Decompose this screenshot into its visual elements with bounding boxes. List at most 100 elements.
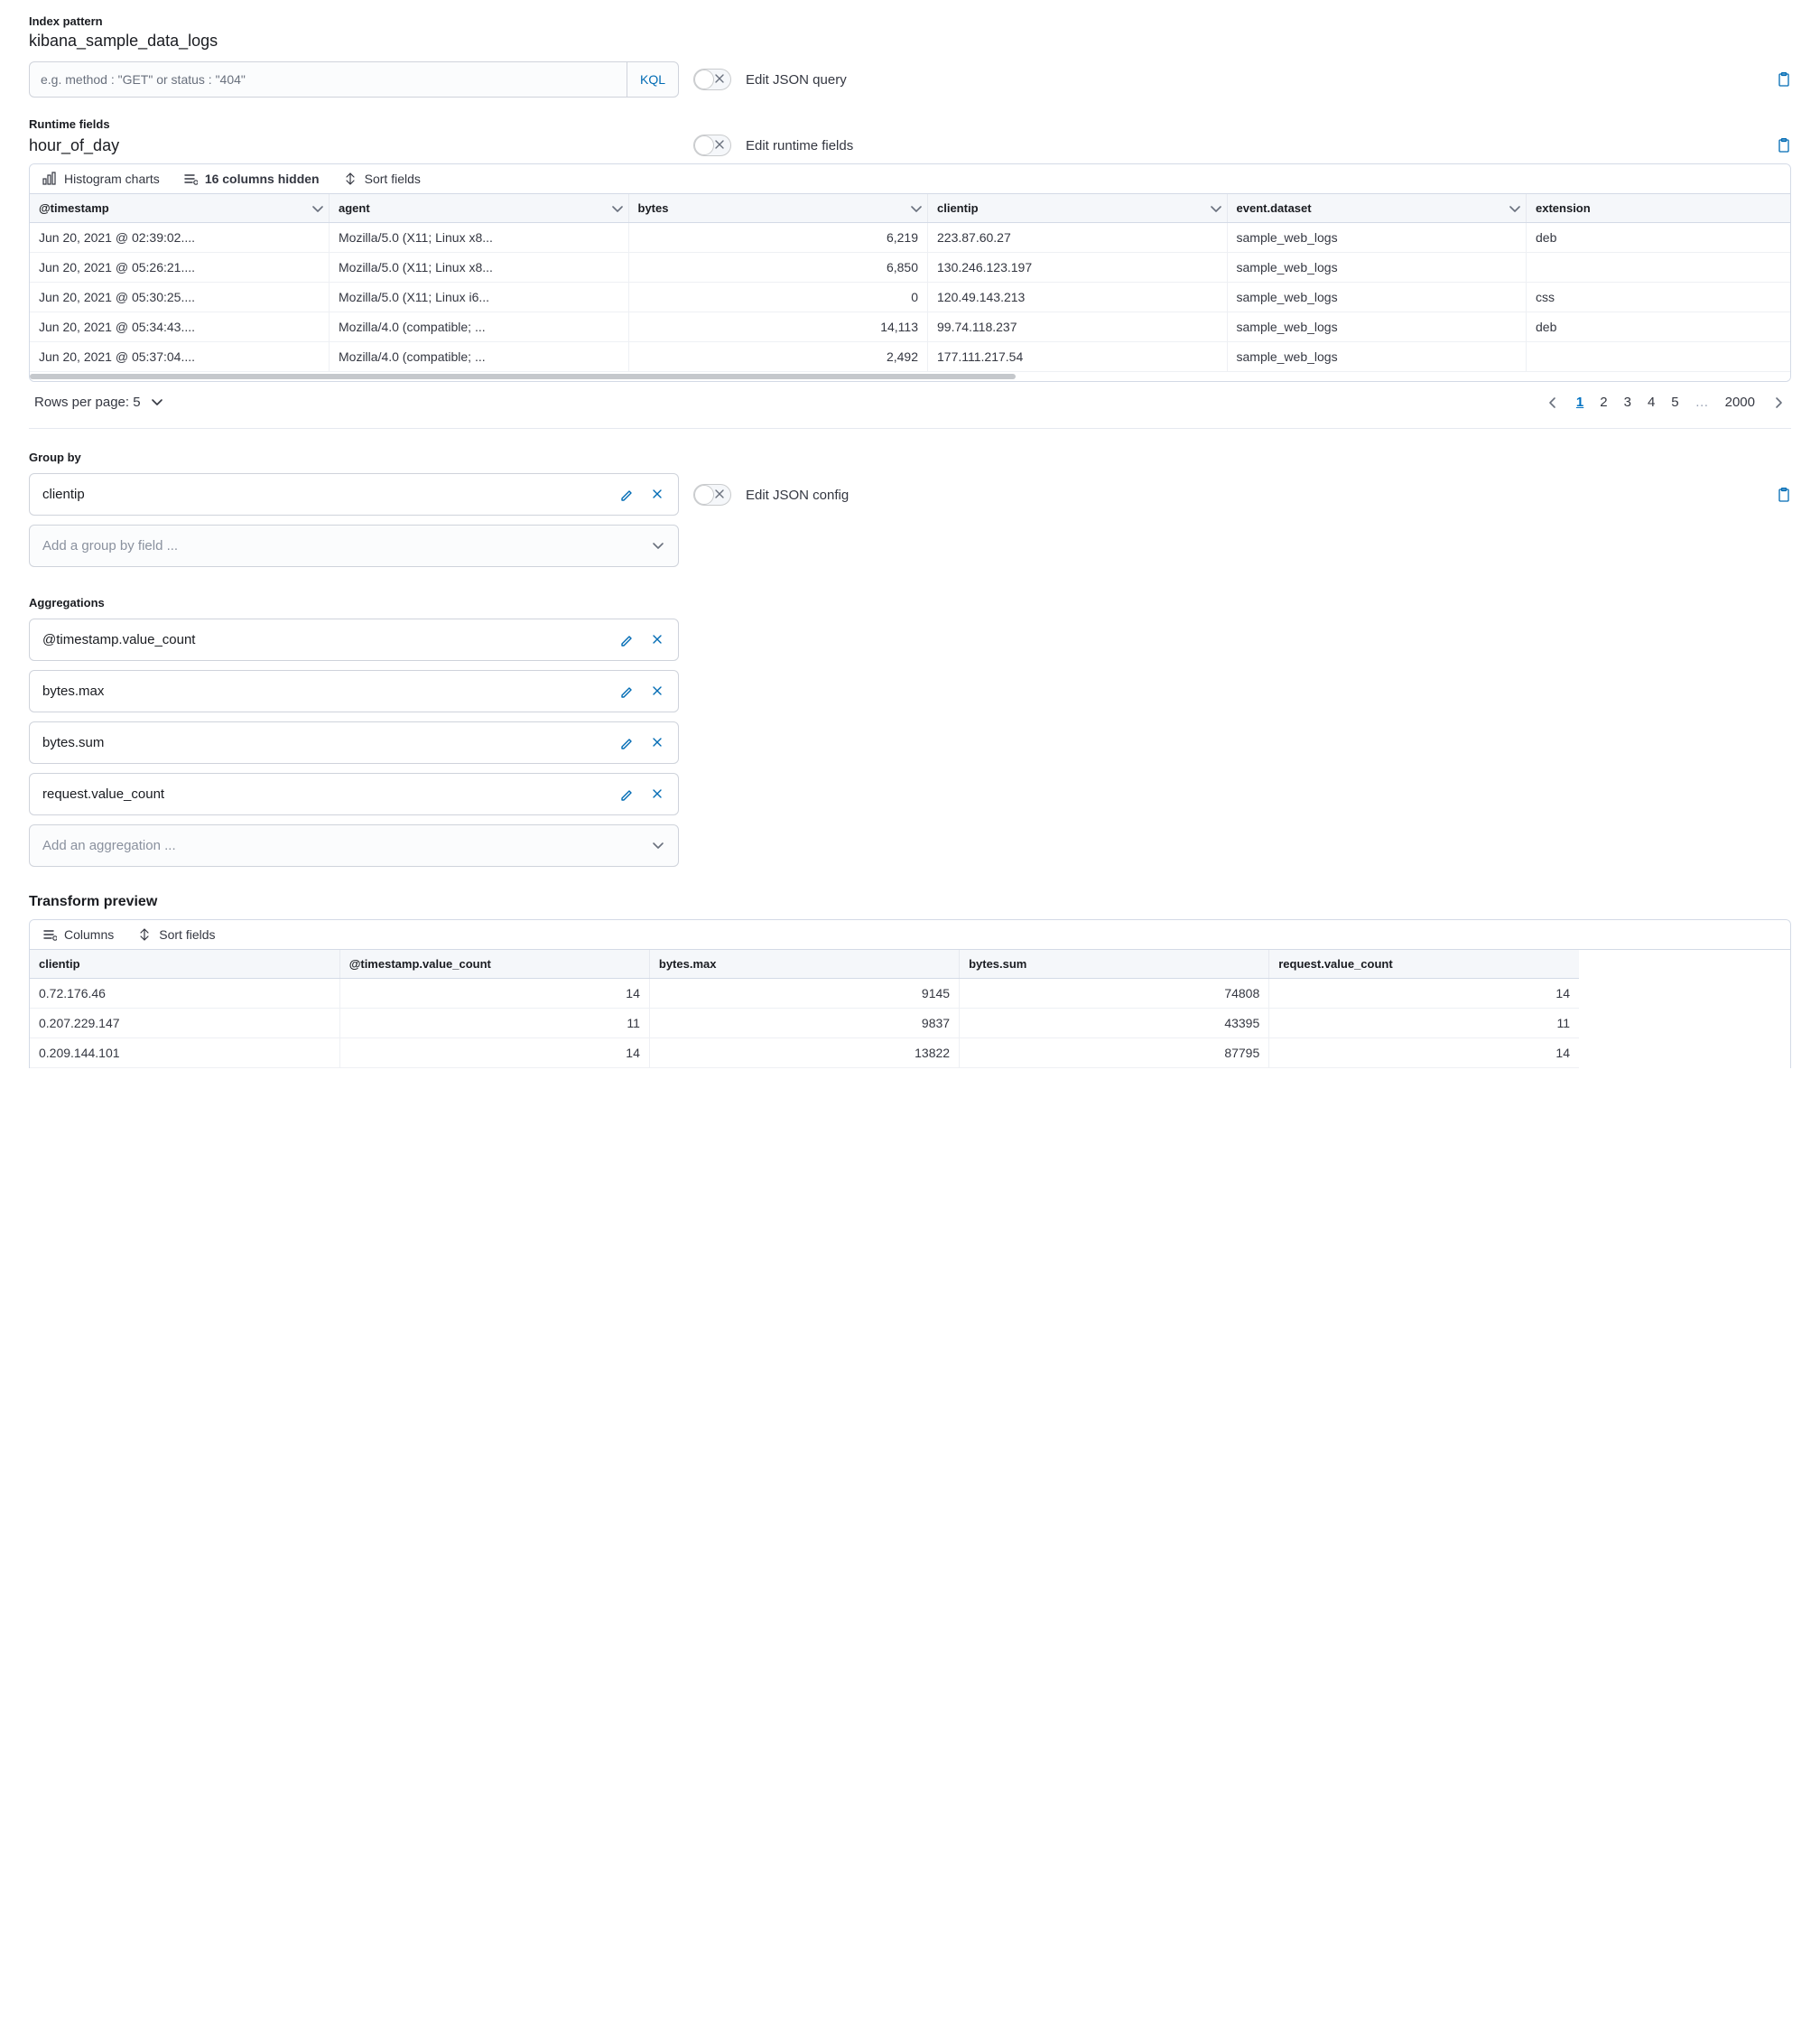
pagination-ellipsis: … bbox=[1695, 395, 1709, 410]
table-cell: 0.72.176.46 bbox=[30, 979, 339, 1009]
last-page-button[interactable]: 2000 bbox=[1725, 395, 1755, 410]
add-group-by-placeholder: Add a group by field ... bbox=[42, 538, 178, 554]
table-cell: 0.207.229.147 bbox=[30, 1009, 339, 1038]
edit-icon[interactable] bbox=[620, 633, 635, 647]
column-header[interactable]: @timestamp.value_count bbox=[339, 950, 649, 979]
remove-icon[interactable] bbox=[651, 488, 665, 502]
aggregation-label: bytes.max bbox=[42, 684, 104, 699]
group-by-label: Group by bbox=[29, 451, 1791, 464]
preview-sort-fields-button[interactable]: Sort fields bbox=[137, 927, 215, 942]
table-row[interactable]: Jun 20, 2021 @ 02:39:02....Mozilla/5.0 (… bbox=[30, 223, 1790, 253]
column-header[interactable]: event.dataset bbox=[1227, 194, 1527, 223]
column-header[interactable]: @timestamp bbox=[30, 194, 330, 223]
copy-query-icon[interactable] bbox=[1777, 72, 1791, 87]
table-cell: 14 bbox=[1269, 1038, 1579, 1068]
column-header[interactable]: extension bbox=[1527, 194, 1791, 223]
aggregation-item: bytes.sum bbox=[29, 721, 679, 764]
histogram-charts-button[interactable]: Histogram charts bbox=[42, 172, 160, 186]
table-cell: Jun 20, 2021 @ 05:30:25.... bbox=[30, 283, 330, 312]
table-row[interactable]: 0.207.229.1471198374339511 bbox=[30, 1009, 1579, 1038]
index-pattern-label: Index pattern bbox=[29, 14, 1791, 28]
table-cell: sample_web_logs bbox=[1227, 342, 1527, 372]
edit-icon[interactable] bbox=[620, 787, 635, 802]
remove-icon[interactable] bbox=[651, 633, 665, 647]
column-header[interactable]: bytes.sum bbox=[960, 950, 1269, 979]
source-table: @timestampagentbytesclientipevent.datase… bbox=[30, 194, 1790, 372]
sort-icon bbox=[137, 927, 152, 942]
table-row[interactable]: Jun 20, 2021 @ 05:30:25....Mozilla/5.0 (… bbox=[30, 283, 1790, 312]
chevron-down-icon bbox=[651, 839, 665, 853]
page-number-button[interactable]: 3 bbox=[1624, 395, 1631, 410]
column-header[interactable]: agent bbox=[330, 194, 629, 223]
prev-page-button[interactable] bbox=[1546, 395, 1560, 410]
column-header[interactable]: bytes.max bbox=[649, 950, 959, 979]
sort-fields-button[interactable]: Sort fields bbox=[343, 172, 421, 186]
add-group-by-field[interactable]: Add a group by field ... bbox=[29, 525, 679, 567]
edit-runtime-fields-label: Edit runtime fields bbox=[746, 138, 853, 154]
edit-runtime-fields-toggle[interactable] bbox=[693, 135, 731, 156]
table-cell: Jun 20, 2021 @ 05:34:43.... bbox=[30, 312, 330, 342]
histogram-label: Histogram charts bbox=[64, 172, 160, 186]
remove-icon[interactable] bbox=[651, 787, 665, 802]
preview-columns-button[interactable]: Columns bbox=[42, 927, 114, 942]
rows-per-page-label: Rows per page: 5 bbox=[34, 395, 141, 410]
columns-icon bbox=[42, 927, 57, 942]
edit-icon[interactable] bbox=[620, 736, 635, 750]
index-pattern-value: kibana_sample_data_logs bbox=[29, 32, 1791, 51]
chevron-down-icon bbox=[311, 202, 323, 215]
table-cell: css bbox=[1527, 283, 1791, 312]
x-icon bbox=[713, 72, 726, 85]
table-cell bbox=[1527, 342, 1791, 372]
aggregation-item: request.value_count bbox=[29, 773, 679, 815]
table-row[interactable]: 0.72.176.461491457480814 bbox=[30, 979, 1579, 1009]
columns-hidden-button[interactable]: 16 columns hidden bbox=[183, 172, 320, 186]
page-number-button[interactable]: 4 bbox=[1648, 395, 1655, 410]
edit-icon[interactable] bbox=[620, 684, 635, 699]
table-cell: 120.49.143.213 bbox=[928, 283, 1228, 312]
edit-json-query-toggle[interactable] bbox=[693, 69, 731, 90]
page-number-button[interactable]: 2 bbox=[1600, 395, 1607, 410]
table-cell: 130.246.123.197 bbox=[928, 253, 1228, 283]
table-cell: 9837 bbox=[649, 1009, 959, 1038]
edit-json-config-toggle[interactable] bbox=[693, 484, 731, 506]
table-cell: sample_web_logs bbox=[1227, 253, 1527, 283]
table-cell: Jun 20, 2021 @ 02:39:02.... bbox=[30, 223, 330, 253]
table-cell: Mozilla/5.0 (X11; Linux x8... bbox=[330, 223, 629, 253]
table-cell: deb bbox=[1527, 223, 1791, 253]
edit-icon[interactable] bbox=[620, 488, 635, 502]
table-row[interactable]: Jun 20, 2021 @ 05:34:43....Mozilla/4.0 (… bbox=[30, 312, 1790, 342]
remove-icon[interactable] bbox=[651, 736, 665, 750]
x-icon bbox=[713, 488, 726, 500]
table-cell: Mozilla/5.0 (X11; Linux x8... bbox=[330, 253, 629, 283]
table-cell: 6,219 bbox=[628, 223, 928, 253]
table-cell: Mozilla/4.0 (compatible; ... bbox=[330, 312, 629, 342]
copy-runtime-icon[interactable] bbox=[1777, 138, 1791, 153]
aggregation-label: bytes.sum bbox=[42, 735, 104, 750]
table-row[interactable]: Jun 20, 2021 @ 05:37:04....Mozilla/4.0 (… bbox=[30, 342, 1790, 372]
column-header[interactable]: clientip bbox=[30, 950, 339, 979]
preview-toolbar: Columns Sort fields bbox=[30, 920, 1790, 950]
table-row[interactable]: Jun 20, 2021 @ 05:26:21....Mozilla/5.0 (… bbox=[30, 253, 1790, 283]
add-aggregation[interactable]: Add an aggregation ... bbox=[29, 824, 679, 867]
chevron-down-icon bbox=[1508, 202, 1520, 215]
table-cell: 177.111.217.54 bbox=[928, 342, 1228, 372]
column-header[interactable]: request.value_count bbox=[1269, 950, 1579, 979]
chevron-down-icon bbox=[651, 539, 665, 554]
page-number-button[interactable]: 5 bbox=[1671, 395, 1678, 410]
copy-config-icon[interactable] bbox=[1777, 488, 1791, 502]
column-header[interactable]: bytes bbox=[628, 194, 928, 223]
query-bar: KQL bbox=[29, 61, 679, 98]
column-header[interactable]: clientip bbox=[928, 194, 1228, 223]
page-number-button[interactable]: 1 bbox=[1576, 395, 1583, 410]
table-row[interactable]: 0.209.144.10114138228779514 bbox=[30, 1038, 1579, 1068]
kql-button[interactable]: KQL bbox=[627, 62, 678, 97]
rows-per-page-selector[interactable]: Rows per page: 5 bbox=[34, 395, 164, 410]
transform-preview-title: Transform preview bbox=[29, 894, 1791, 910]
remove-icon[interactable] bbox=[651, 684, 665, 699]
table-cell: Mozilla/4.0 (compatible; ... bbox=[330, 342, 629, 372]
query-input[interactable] bbox=[30, 62, 627, 97]
table-cell: Mozilla/5.0 (X11; Linux i6... bbox=[330, 283, 629, 312]
next-page-button[interactable] bbox=[1771, 395, 1786, 410]
table-cell: 223.87.60.27 bbox=[928, 223, 1228, 253]
horizontal-scrollbar[interactable] bbox=[30, 372, 1790, 381]
